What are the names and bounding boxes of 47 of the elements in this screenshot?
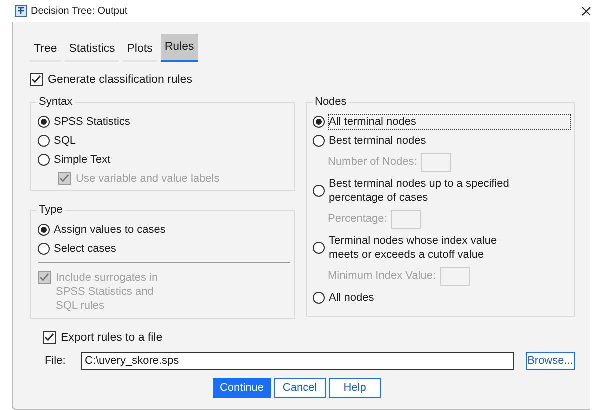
checkbox-label: Export rules to a file — [61, 331, 163, 345]
radio-button[interactable] — [313, 135, 325, 147]
radio-label: All terminal nodes — [329, 115, 570, 129]
tab[interactable]: Rules — [160, 34, 198, 62]
dialog-button[interactable]: Continue — [212, 378, 272, 398]
tab[interactable]: Plots — [123, 34, 157, 62]
radio-button[interactable] — [313, 116, 325, 128]
radio-label: Best terminal nodes — [329, 134, 426, 148]
radio-label: Terminal nodes whose index value meets or exceeds a cutoff value — [329, 234, 498, 262]
radio-button[interactable] — [38, 154, 50, 166]
radio-label: SPSS Statistics — [54, 115, 130, 129]
radio-label: Simple Text — [54, 153, 111, 167]
group-title: Syntax — [37, 95, 75, 109]
app-icon — [15, 5, 27, 17]
radio-label: Best terminal nodes up to a specified percentage of cases — [329, 177, 510, 205]
radio-button[interactable] — [313, 242, 325, 254]
radio-button[interactable] — [313, 185, 325, 197]
window-title: Decision Tree: Output — [31, 4, 128, 18]
field-label: Percentage: — [328, 212, 388, 228]
input-field[interactable] — [421, 153, 452, 172]
tab[interactable]: Statistics — [65, 34, 120, 62]
field-label: File: — [45, 354, 67, 369]
checkbox-label: Generate classification rules — [48, 73, 192, 87]
radio-button[interactable] — [38, 243, 50, 255]
field-label: Number of Nodes: — [328, 155, 418, 170]
dialog-button[interactable]: Cancel — [274, 378, 326, 398]
radio-label: Select cases — [54, 242, 116, 256]
radio-button[interactable] — [38, 116, 50, 128]
radio-button[interactable] — [313, 292, 325, 304]
checkbox-label: Use variable and value labels — [76, 172, 220, 186]
field-label: Minimum Index Value: — [328, 269, 436, 284]
checkbox-label: Include surrogates in SPSS Statistics and SQL rules — [56, 271, 160, 313]
radio-label: Assign values to cases — [54, 223, 166, 237]
group-title: Type — [37, 203, 65, 217]
radio-label: SQL — [54, 134, 76, 148]
checkbox[interactable] — [30, 73, 43, 86]
radio-button[interactable] — [38, 224, 50, 236]
close-icon[interactable] — [582, 6, 591, 16]
dialog-button[interactable]: Help — [329, 378, 382, 398]
input-field[interactable] — [440, 267, 470, 286]
tab[interactable]: Tree — [30, 34, 62, 62]
radio-label: All nodes — [329, 291, 374, 305]
input-field[interactable] — [391, 210, 422, 229]
input-field[interactable]: C:\uvery_skore.sps — [81, 352, 514, 370]
checkbox[interactable] — [43, 331, 56, 344]
radio-button[interactable] — [38, 135, 50, 147]
browse-button[interactable]: Browse... — [526, 352, 575, 370]
